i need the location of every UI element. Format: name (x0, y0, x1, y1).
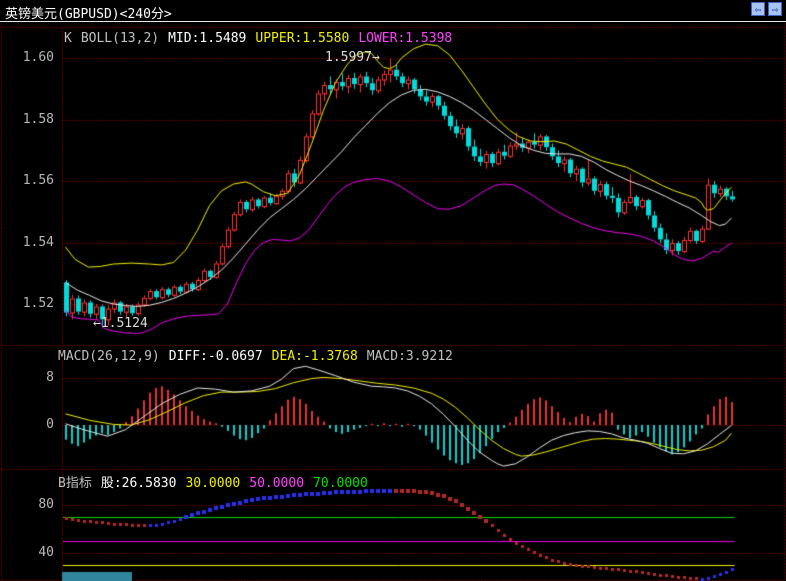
axis-tick-label: 1.58 (22, 111, 54, 127)
title-bar: 英镑美元(GBPUSD)<240分> ⇦ ⇨ (0, 0, 786, 22)
b-level50-value: 50.0000 (249, 476, 305, 491)
axis-tick-label: 1.52 (22, 296, 54, 311)
macd-diff-value: DIFF:-0.0697 (168, 349, 263, 364)
boll-mid-value: MID:1.5489 (168, 31, 247, 46)
boll-lower-value: LOWER:1.5398 (358, 31, 453, 46)
left-arrow-icon: ⇦ (754, 3, 762, 16)
boll-upper-value: UPPER:1.5580 (255, 31, 350, 46)
axis-tick-label: 1.54 (22, 234, 54, 250)
axis-tick-label: 1.60 (22, 50, 54, 65)
b-level70-value: 70.0000 (313, 476, 368, 491)
boll-name-label: BOLL(13,2) (80, 31, 160, 46)
b-level30-value: 30.0000 (185, 476, 241, 491)
price-chart-canvas[interactable] (0, 0, 786, 581)
window-title: 英镑美元(GBPUSD)<240分> (5, 7, 172, 22)
axis-tick-label: 8 (46, 370, 54, 385)
chart-application-window: 英镑美元(GBPUSD)<240分> ⇦ ⇨ K BOLL(13,2) MID:1.… (0, 0, 786, 581)
scroll-left-button[interactable]: ⇦ (751, 2, 765, 16)
low-price-annotation: ←1.5124 (93, 316, 148, 331)
scroll-right-button[interactable]: ⇨ (768, 2, 782, 16)
macd-dea-value: DEA:-1.3768 (271, 349, 358, 364)
macd-indicator-header: MACD(26,12,9) DIFF:-0.0697 DEA:-1.3768 MACD… (58, 349, 462, 364)
boll-indicator-header: K BOLL(13,2) MID:1.5489 UPPER:1.5580 LOWER:1… (64, 31, 461, 46)
b-name-label: B指标 (58, 476, 92, 491)
right-arrow-icon: ⇨ (771, 3, 779, 16)
b-main-value: 股:26.5830 (100, 476, 177, 491)
macd-name-label: MACD(26,12,9) (58, 349, 160, 364)
axis-tick-label: 80 (38, 497, 54, 512)
b-indicator-header: B指标 股:26.5830 30.0000 50.0000 70.0000 (58, 472, 377, 491)
macd-macd-value: MACD:3.9212 (366, 349, 453, 364)
axis-tick-label: 0 (46, 417, 54, 432)
axis-tick-label: 40 (38, 545, 54, 560)
k-label: K (64, 31, 72, 46)
high-price-annotation: 1.5997→ (325, 50, 380, 65)
axis-tick-label: 1.56 (22, 173, 54, 188)
